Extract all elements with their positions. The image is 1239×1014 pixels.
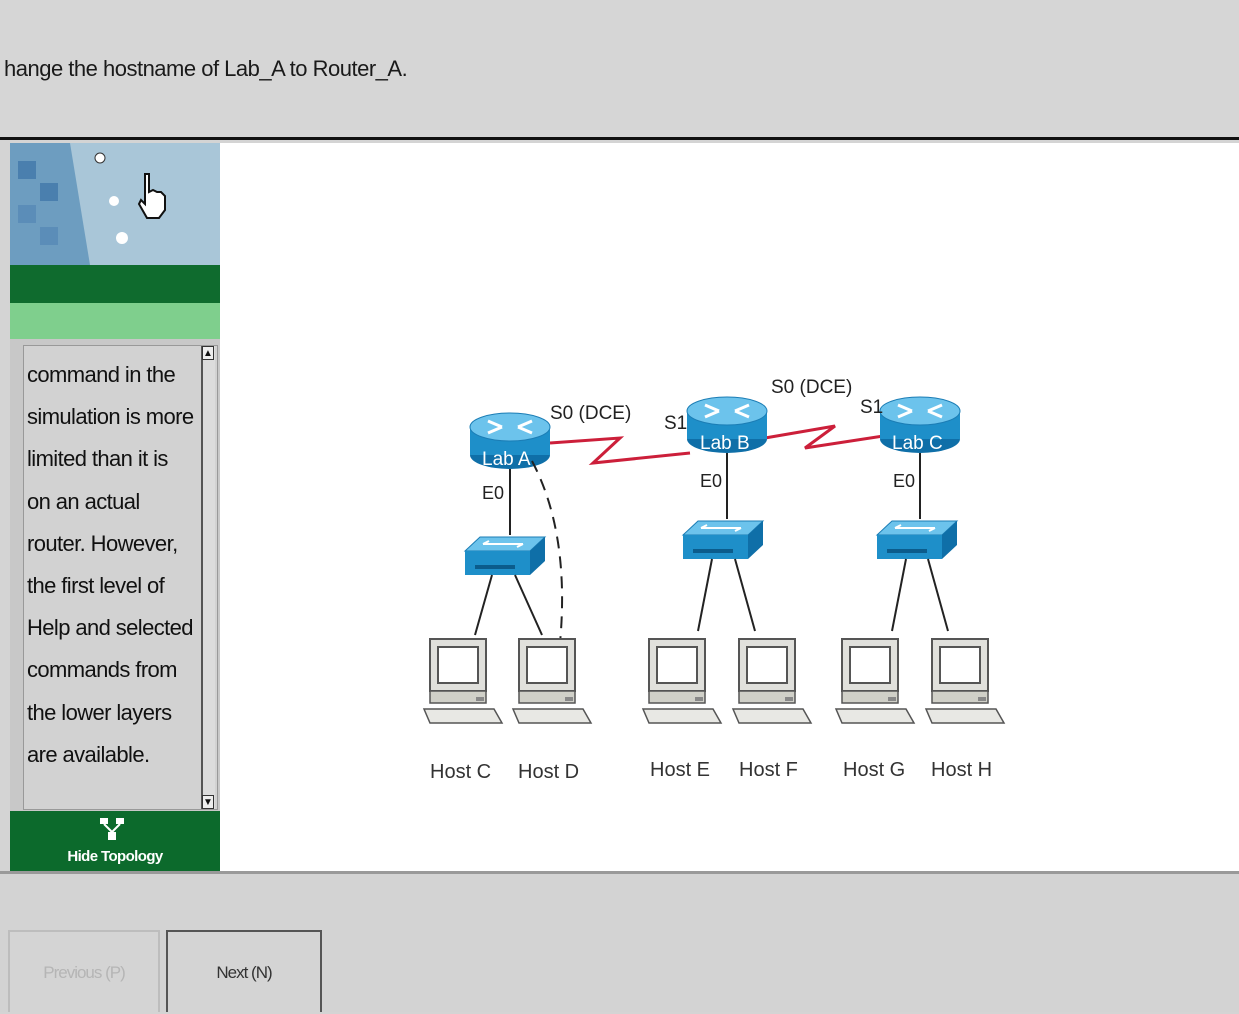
help-text-box[interactable]: command in the simulation is more limite… — [23, 345, 218, 810]
serial-link-bc — [764, 424, 891, 450]
panel-stripe-light — [10, 303, 220, 339]
help-line: the first level of — [27, 573, 165, 599]
host-label: Host H — [931, 759, 992, 781]
help-line: are available. — [27, 741, 150, 767]
port-label: E0 — [893, 471, 915, 491]
interface-label: S1 — [664, 413, 687, 434]
router-label: Lab A — [482, 449, 531, 470]
serial-link-ab — [549, 436, 691, 465]
host-e[interactable] — [642, 638, 722, 724]
host-label: Host C — [430, 761, 491, 783]
topology-canvas: Lab A Lab B Lab C S0 (DCE) S1 S0 (DCE) S… — [220, 143, 1239, 871]
task-instruction: hange the hostname of Lab_A to Router_A. — [4, 56, 408, 81]
help-line: command in the — [27, 362, 176, 387]
interface-label: S0 (DCE) — [550, 403, 631, 424]
switch-b[interactable] — [682, 520, 764, 560]
port-label: E0 — [700, 471, 722, 491]
help-line: on an actual — [27, 488, 140, 514]
hide-topology-label: Hide Topology — [67, 848, 163, 865]
interface-label: S1 — [860, 397, 883, 418]
host-label: Host G — [843, 759, 905, 781]
previous-button[interactable]: Previous (P) — [8, 930, 160, 1012]
scroll-up-arrow-icon[interactable]: ▲ — [202, 346, 214, 360]
host-g[interactable] — [835, 638, 915, 724]
panel-stripe-dark — [10, 265, 220, 303]
router-label: Lab C — [892, 433, 943, 454]
help-text: command in the simulation is more limite… — [27, 354, 197, 776]
host-label: Host F — [739, 759, 798, 781]
help-line: Help and selected — [27, 615, 194, 641]
help-line: commands from — [27, 657, 178, 683]
switch-c[interactable] — [876, 520, 958, 560]
interface-label: S0 (DCE) — [771, 377, 852, 398]
host-h[interactable] — [925, 638, 1005, 724]
host-label: Host E — [650, 759, 710, 781]
next-button[interactable]: Next (N) — [166, 930, 322, 1012]
help-scrollbar[interactable]: ▲ ▼ — [201, 346, 215, 809]
host-label: Host D — [518, 761, 579, 783]
banner-graphic — [10, 143, 220, 265]
host-f[interactable] — [732, 638, 812, 724]
help-line: simulation is more — [27, 404, 194, 430]
help-line: router. However, — [27, 530, 178, 556]
help-line: the lower layers — [27, 699, 172, 725]
panel-banner — [10, 143, 220, 265]
host-c[interactable] — [423, 638, 503, 724]
hide-topology-button[interactable]: Hide Topology — [10, 811, 220, 871]
topology-icon — [100, 818, 124, 840]
scroll-down-arrow-icon[interactable]: ▼ — [202, 795, 214, 809]
router-label: Lab B — [700, 433, 750, 454]
help-line: limited than it is — [27, 446, 168, 472]
port-label: E0 — [482, 483, 504, 503]
network-diagram: Lab A Lab B Lab C S0 (DCE) S1 S0 (DCE) S… — [423, 377, 1005, 783]
host-d[interactable] — [512, 638, 592, 724]
instruction-bar: hange the hostname of Lab_A to Router_A. — [0, 0, 1239, 140]
switch-a[interactable] — [464, 536, 546, 576]
hand-cursor-icon — [137, 173, 166, 219]
